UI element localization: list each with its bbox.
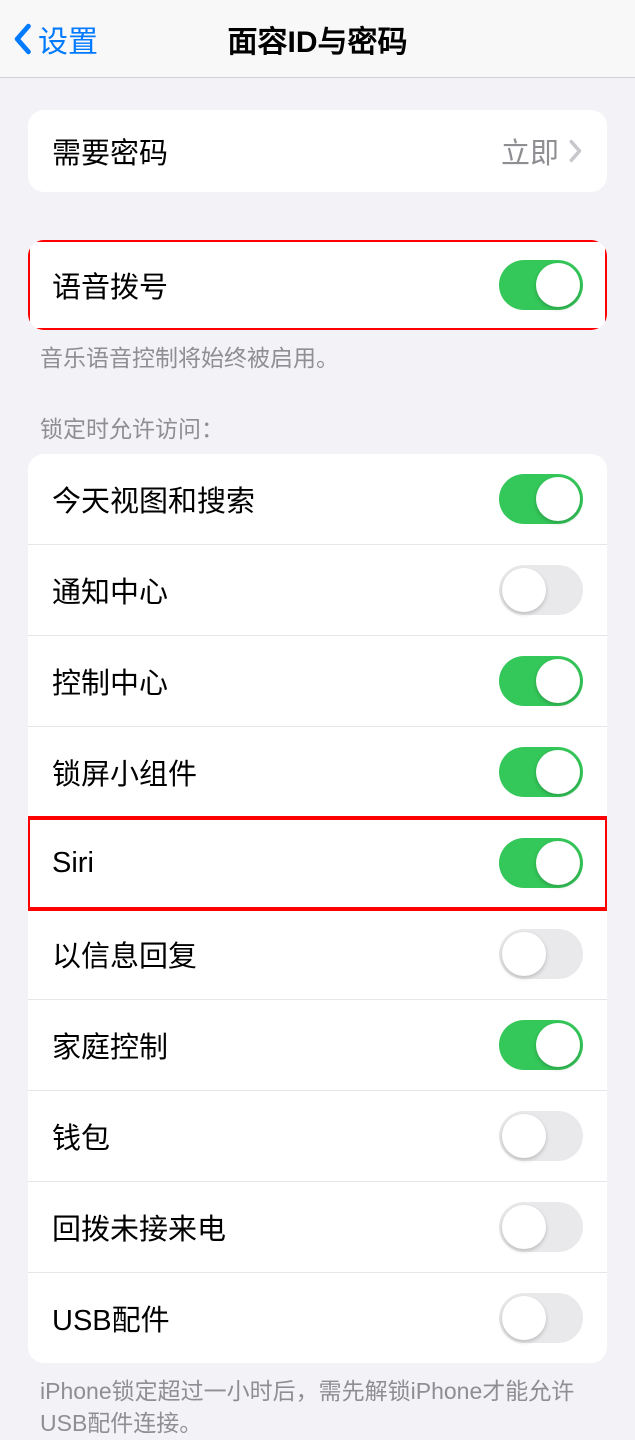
lock-access-toggle[interactable]	[499, 1020, 583, 1070]
voice-dial-footer: 音乐语音控制将始终被启用。	[40, 342, 595, 374]
lock-access-label: 锁屏小组件	[52, 751, 197, 793]
lock-access-label: 以信息回复	[52, 933, 197, 975]
lock-access-label: USB配件	[52, 1297, 170, 1339]
lock-access-row: 通知中心	[28, 545, 607, 636]
lock-access-label: 家庭控制	[52, 1024, 168, 1066]
lock-access-toggle[interactable]	[499, 474, 583, 524]
voice-dial-group: 语音拨号	[28, 240, 607, 330]
lock-access-toggle[interactable]	[499, 656, 583, 706]
lock-access-row: USB配件	[28, 1273, 607, 1363]
lock-access-label: 回拨未接来电	[52, 1206, 226, 1248]
lock-access-row: 控制中心	[28, 636, 607, 727]
lock-access-toggle[interactable]	[499, 1111, 583, 1161]
lock-access-footer: iPhone锁定超过一小时后，需先解锁iPhone才能允许USB配件连接。	[40, 1375, 595, 1439]
require-passcode-row[interactable]: 需要密码 立即	[28, 110, 607, 192]
lock-access-toggle[interactable]	[499, 1202, 583, 1252]
voice-dial-label: 语音拨号	[52, 264, 168, 306]
lock-access-group: 今天视图和搜索通知中心控制中心锁屏小组件 Siri 以信息回复家庭控制钱包回拨未接来…	[28, 454, 607, 1363]
lock-access-row: Siri	[28, 818, 607, 909]
lock-access-label: 控制中心	[52, 660, 168, 702]
lock-access-row: 锁屏小组件	[28, 727, 607, 818]
page-title: 面容ID与密码	[228, 17, 408, 61]
lock-access-label: Siri	[52, 847, 94, 880]
lock-access-row: 以信息回复	[28, 909, 607, 1000]
voice-dial-toggle[interactable]	[499, 260, 583, 310]
require-passcode-label: 需要密码	[52, 130, 168, 172]
lock-access-toggle[interactable]	[499, 1293, 583, 1343]
lock-access-header: 锁定时允许访问：	[40, 410, 595, 444]
lock-access-label: 今天视图和搜索	[52, 478, 255, 520]
lock-access-row: 钱包	[28, 1091, 607, 1182]
voice-dial-row: 语音拨号	[28, 240, 607, 330]
back-label: 设置	[38, 17, 98, 61]
require-passcode-value: 立即	[501, 130, 559, 172]
back-button[interactable]: 设置	[0, 17, 98, 61]
lock-access-toggle[interactable]	[499, 747, 583, 797]
lock-access-row: 家庭控制	[28, 1000, 607, 1091]
chevron-right-icon	[569, 139, 583, 163]
nav-bar: 设置 面容ID与密码	[0, 0, 635, 78]
lock-access-toggle[interactable]	[499, 929, 583, 979]
lock-access-label: 通知中心	[52, 569, 168, 611]
lock-access-row: 回拨未接来电	[28, 1182, 607, 1273]
lock-access-label: 钱包	[52, 1115, 110, 1157]
lock-access-toggle[interactable]	[499, 838, 583, 888]
chevron-left-icon	[12, 23, 32, 55]
lock-access-toggle[interactable]	[499, 565, 583, 615]
lock-access-row: 今天视图和搜索	[28, 454, 607, 545]
